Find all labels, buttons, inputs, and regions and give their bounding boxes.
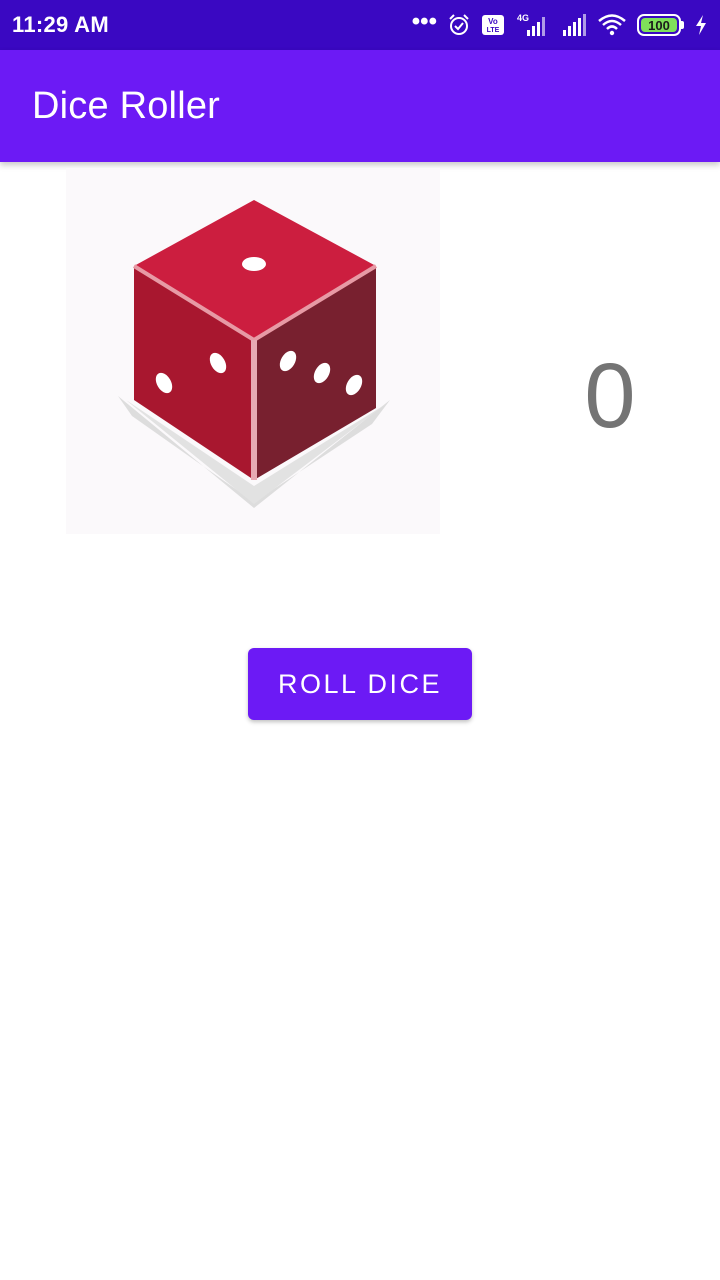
wifi-icon xyxy=(598,14,626,36)
alarm-icon xyxy=(449,14,469,35)
signal-4g-icon: 4G xyxy=(517,13,545,36)
status-icons: ••• Vo LTE 4G 100 xyxy=(412,0,708,50)
volte-icon: Vo LTE xyxy=(482,15,504,35)
svg-text:Vo: Vo xyxy=(488,17,498,26)
signal-icon xyxy=(563,14,586,36)
charging-icon xyxy=(696,15,706,35)
svg-text:4G: 4G xyxy=(517,13,529,23)
dice-image xyxy=(66,168,440,534)
svg-text:LTE: LTE xyxy=(487,27,500,34)
battery-icon: 100 xyxy=(637,14,684,36)
status-bar: 11:29 AM ••• Vo LTE 4G 100 xyxy=(0,0,720,50)
dice-result-text: 0 xyxy=(584,345,636,447)
status-time: 11:29 AM xyxy=(12,12,109,37)
app-title: Dice Roller xyxy=(32,84,221,127)
app-bar: Dice Roller xyxy=(0,50,720,162)
roll-dice-button[interactable]: ROLL DICE xyxy=(248,648,472,720)
more-dots-icon: ••• xyxy=(411,8,437,35)
battery-level: 100 xyxy=(641,18,677,33)
dice-graphic xyxy=(118,200,390,508)
